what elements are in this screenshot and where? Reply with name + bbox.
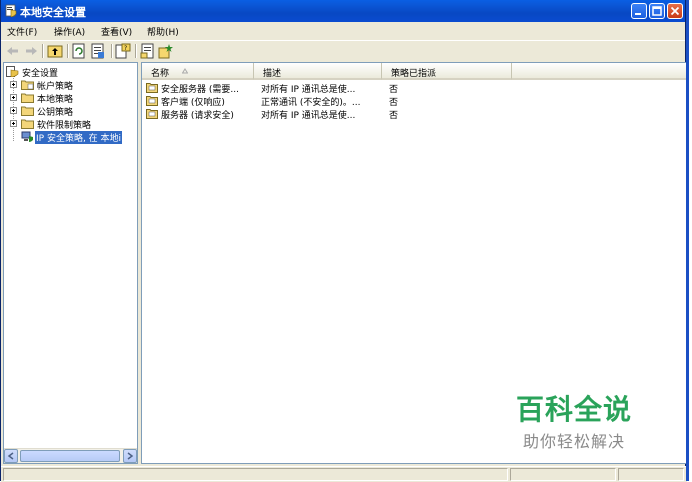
- toolbar: ?: [1, 40, 685, 61]
- folder-icon: [21, 106, 34, 116]
- refresh-icon[interactable]: [90, 43, 106, 59]
- maximize-button[interactable]: [649, 3, 665, 19]
- scroll-right-button[interactable]: [123, 449, 137, 463]
- expand-icon[interactable]: [10, 94, 17, 101]
- column-header-assigned[interactable]: 策略已指派: [382, 63, 512, 80]
- toolbar-separator: [42, 44, 44, 58]
- menu-action[interactable]: 操作(A): [54, 25, 85, 38]
- tree-item-software-restriction[interactable]: 软件限制策略: [4, 118, 137, 131]
- tree-item-public-key-policies[interactable]: 公钥策略: [4, 105, 137, 118]
- tree-item-label: 公钥策略: [37, 108, 74, 118]
- table-row[interactable]: 服务器 (请求安全) 对所有 IP 通讯总是使... 否: [142, 108, 686, 121]
- manage-filters-icon[interactable]: [140, 43, 156, 59]
- sort-ascending-icon: [182, 68, 188, 74]
- table-row[interactable]: 安全服务器 (需要... 对所有 IP 通讯总是使... 否: [142, 82, 686, 95]
- row-assigned: 否: [389, 98, 399, 108]
- network-policy-icon: [21, 131, 33, 142]
- tree-root-label: 安全设置: [22, 69, 59, 79]
- tree-item-ip-security-policies[interactable]: IP 安全策略, 在 本地i: [4, 131, 137, 144]
- close-button[interactable]: [667, 3, 683, 19]
- tree-item-account-policies[interactable]: 帐户策略: [4, 79, 137, 92]
- column-description-label: 描述: [263, 69, 282, 79]
- ip-policy-icon: [146, 83, 158, 93]
- column-header-description[interactable]: 描述: [254, 63, 382, 80]
- tree-item-security-settings[interactable]: 安全设置: [4, 66, 137, 79]
- security-settings-icon: [6, 66, 19, 77]
- menu-bar: 文件(F) 操作(A) 查看(V) 帮助(H): [1, 22, 685, 39]
- row-name: 服务器 (请求安全): [161, 111, 234, 121]
- row-description: 对所有 IP 通讯总是使...: [261, 111, 356, 121]
- maximize-icon: [652, 6, 662, 16]
- row-name: 客户端 (仅响应): [161, 98, 225, 108]
- folder-icon: [21, 119, 34, 129]
- table-row[interactable]: 客户端 (仅响应) 正常通讯 (不安全的)。... 否: [142, 95, 686, 108]
- folder-icon: [21, 80, 34, 90]
- tree-item-label: 本地策略: [37, 95, 74, 105]
- menu-view[interactable]: 查看(V): [101, 25, 132, 38]
- expand-icon[interactable]: [10, 120, 17, 127]
- expand-icon[interactable]: [10, 81, 17, 88]
- folder-icon: [21, 93, 34, 103]
- status-bar: [1, 466, 687, 482]
- scroll-thumb[interactable]: [20, 450, 120, 462]
- security-settings-app-icon: [5, 4, 17, 17]
- svg-text:?: ?: [124, 45, 127, 52]
- column-assigned-label: 策略已指派: [391, 69, 437, 79]
- close-icon: [670, 6, 680, 16]
- scroll-left-button[interactable]: [4, 449, 18, 463]
- arrow-left-icon: [7, 452, 14, 460]
- row-description: 正常通讯 (不安全的)。...: [261, 98, 361, 108]
- arrow-right-icon: [127, 452, 134, 460]
- up-folder-icon[interactable]: [47, 43, 63, 59]
- watermark-subtitle: 助你轻松解决: [523, 432, 626, 451]
- tree-item-label: 帐户策略: [37, 82, 74, 92]
- menu-file[interactable]: 文件(F): [7, 25, 37, 38]
- status-segment: [3, 468, 508, 481]
- column-header-name[interactable]: 名称: [142, 63, 254, 80]
- tree-item-label: 软件限制策略: [37, 121, 92, 131]
- ip-policy-icon: [146, 96, 158, 106]
- row-description: 对所有 IP 通讯总是使...: [261, 85, 356, 95]
- window-edge: [686, 0, 692, 481]
- column-name-label: 名称: [151, 69, 170, 79]
- back-arrow-icon[interactable]: [5, 43, 21, 59]
- title-bar[interactable]: 本地安全设置: [1, 0, 685, 22]
- expand-icon[interactable]: [10, 107, 17, 114]
- toolbar-separator: [67, 44, 69, 58]
- row-name: 安全服务器 (需要...: [161, 85, 239, 95]
- status-segment: [618, 468, 684, 481]
- properties-icon[interactable]: [71, 43, 87, 59]
- toolbar-separator: [135, 44, 137, 58]
- minimize-icon: [635, 13, 641, 15]
- tree-item-label: IP 安全策略, 在 本地i: [35, 131, 123, 144]
- window-title: 本地安全设置: [20, 6, 86, 19]
- tree-horizontal-scrollbar[interactable]: [4, 448, 137, 463]
- forward-arrow-icon[interactable]: [23, 43, 39, 59]
- tree-item-local-policies[interactable]: 本地策略: [4, 92, 137, 105]
- minimize-button[interactable]: [631, 3, 647, 19]
- row-assigned: 否: [389, 111, 399, 121]
- column-header-filler: [512, 63, 686, 80]
- watermark-title: 百科全说: [516, 393, 633, 426]
- console-tree[interactable]: 安全设置 帐户策略 本地策略 公钥策略 软件限制策略 IP 安全策略, 在 本地…: [3, 62, 138, 464]
- toolbar-separator: [111, 44, 113, 58]
- row-assigned: 否: [389, 85, 399, 95]
- export-list-icon[interactable]: ?: [115, 43, 131, 59]
- add-policy-icon[interactable]: [158, 43, 174, 59]
- menu-help[interactable]: 帮助(H): [147, 25, 179, 38]
- ip-policy-icon: [146, 109, 158, 119]
- status-segment: [510, 468, 616, 481]
